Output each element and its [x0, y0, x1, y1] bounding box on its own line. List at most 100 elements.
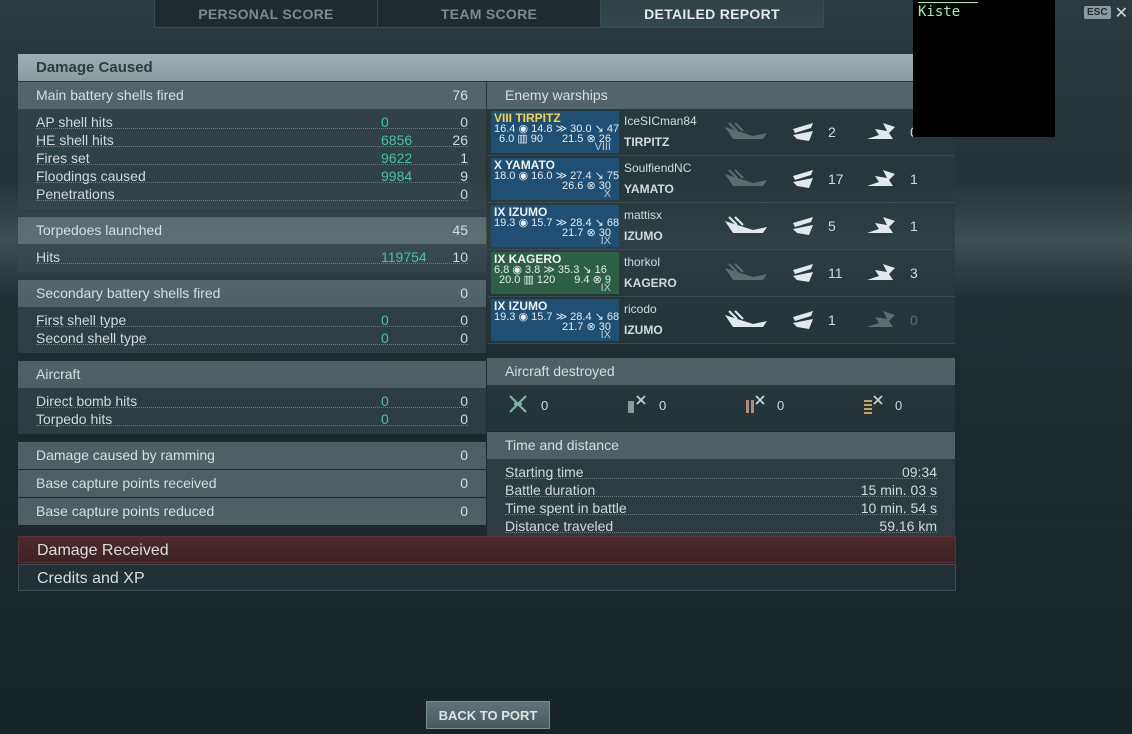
capture-reduced-label: Base capture points reduced — [36, 503, 215, 519]
damage-count: 0 — [910, 312, 918, 328]
main-battery-header: Main battery shells fired 76 — [18, 82, 486, 109]
ship-card: X YAMATO 18.0 ◉ 16.0 ≫ 27.4 ↘ 75 26.6 ⊗ … — [491, 158, 619, 200]
time-value: 10 min. 54 s — [860, 500, 937, 516]
bomber-count-value: 0 — [659, 398, 667, 413]
ship-stats-line: 6.0 ▥ 90 — [499, 133, 544, 145]
stat-damage: 0 — [381, 393, 389, 409]
stat-damage: 0 — [381, 312, 389, 328]
player-name: SoulfiendNC — [624, 161, 692, 175]
stat-damage: 9984 — [381, 168, 413, 184]
capture-reduced-row: Base capture points reduced 0 — [18, 498, 486, 525]
aircraft-destroyed-row: 0 0 0 0 — [487, 385, 955, 431]
torpedo-hit-icon — [789, 119, 819, 143]
sunk-ship-icon — [723, 307, 769, 329]
stat-row: Direct bomb hits 0 0 — [18, 392, 486, 410]
sunk-ship-icon — [723, 119, 769, 141]
stat-damage: 9622 — [381, 150, 413, 166]
sunk-ship-icon — [723, 166, 769, 188]
player-name: IceSICman84 — [624, 114, 697, 128]
main-battery-details: AP shell hits 0 0 HE shell hits 6856 26 Fire… — [18, 109, 486, 209]
ramming-row: Damage caused by ramming 0 — [18, 442, 486, 469]
time-distance-details: Starting time 09:34 Battle duration 15 min… — [487, 459, 955, 541]
aircraft-destroyed-header: Aircraft destroyed — [487, 358, 955, 385]
time-row: Starting time 09:34 — [487, 463, 955, 481]
damage-icon — [865, 166, 897, 190]
aircraft-details: Direct bomb hits 0 0 Torpedo hits 0 0 — [18, 388, 486, 434]
damage-caused-header[interactable]: Damage Caused — [18, 54, 955, 81]
damage-icon — [865, 260, 897, 284]
enemy-ship-row: IX IZUMO 19.3 ◉ 15.7 ≫ 28.4 ↘ 68 21.7 ⊗ … — [487, 297, 955, 344]
tab-personal-score[interactable]: PERSONAL SCORE — [155, 0, 378, 27]
hits-count: 5 — [828, 218, 836, 234]
stat-count: 0 — [460, 411, 468, 427]
hits-count: 2 — [828, 124, 836, 140]
tab-team-score[interactable]: TEAM SCORE — [378, 0, 601, 27]
stat-label: AP shell hits — [36, 114, 113, 130]
enemy-ship-list: VIII TIRPITZ 16.4 ◉ 14.8 ≫ 30.0 ↘ 47 6.0… — [487, 109, 955, 344]
stat-damage: 6856 — [381, 132, 413, 148]
stat-label: First shell type — [36, 312, 127, 328]
ship-tier: IX — [600, 235, 611, 247]
ramming-value: 0 — [460, 447, 468, 463]
stat-damage: 0 — [381, 411, 389, 427]
torpedoes-header: Torpedoes launched 45 — [18, 217, 486, 244]
enemy-ship-row: X YAMATO 18.0 ◉ 16.0 ≫ 27.4 ↘ 75 26.6 ⊗ … — [487, 156, 955, 203]
time-row: Battle duration 15 min. 03 s — [487, 481, 955, 499]
right-column: Enemy warships VIII TIRPITZ 16.4 ◉ 14.8 … — [487, 82, 955, 541]
fighter-icon — [507, 393, 529, 418]
time-label: Starting time — [505, 464, 584, 480]
stat-row: First shell type 0 0 — [18, 311, 486, 329]
stat-count: 1 — [460, 150, 468, 166]
back-to-port-button[interactable]: BACK TO PORT — [426, 701, 550, 729]
ship-tier: IX — [600, 329, 611, 341]
torpedo-bomber-icon — [743, 393, 765, 418]
chat-overlay-edge — [918, 0, 978, 3]
fighter-count: 0 — [507, 393, 548, 418]
bomber-icon — [625, 393, 647, 418]
damage-icon — [865, 213, 897, 237]
secondary-value: 0 — [460, 285, 468, 301]
capture-received-label: Base capture points received — [36, 475, 217, 491]
enemy-ship-row: VIII TIRPITZ 16.4 ◉ 14.8 ≫ 30.0 ↘ 47 6.0… — [487, 109, 955, 156]
stat-label: HE shell hits — [36, 132, 114, 148]
enemy-ship-row: IX KAGERO 6.8 ◉ 3.8 ≫ 35.3 ↘ 16 20.0 ▥ 1… — [487, 250, 955, 297]
player-name: mattisx — [624, 208, 663, 222]
bomber-count: 0 — [625, 393, 666, 418]
ramming-label: Damage caused by ramming — [36, 447, 215, 463]
secondary-header: Secondary battery shells fired 0 — [18, 280, 486, 307]
damage-received-section[interactable]: Damage Received — [18, 536, 956, 563]
secondary-details: First shell type 0 0 Second shell type 0 0 — [18, 307, 486, 353]
ship-tier: IX — [600, 282, 611, 294]
stat-row: HE shell hits 6856 26 — [18, 131, 486, 149]
stat-count: 10 — [452, 249, 468, 265]
time-row: Distance traveled 59.16 km — [487, 517, 955, 535]
chat-text: Kiste — [918, 4, 961, 20]
stat-damage: 0 — [381, 114, 389, 130]
stat-label: Hits — [36, 249, 61, 265]
stat-label: Penetrations — [36, 186, 115, 202]
stat-label: Second shell type — [36, 330, 147, 346]
enemy-ship-row: IX IZUMO 19.3 ◉ 15.7 ≫ 28.4 ↘ 68 21.7 ⊗ … — [487, 203, 955, 250]
time-row: Time spent in battle 10 min. 54 s — [487, 499, 955, 517]
capture-received-row: Base capture points received 0 — [18, 470, 486, 497]
torpedo-bomber-count: 0 — [743, 393, 784, 418]
damage-count: 1 — [910, 171, 918, 187]
torpedoes-value: 45 — [452, 222, 468, 238]
scout-count-value: 0 — [895, 398, 903, 413]
credits-xp-section[interactable]: Credits and XP — [18, 564, 956, 591]
damage-count: 3 — [910, 265, 918, 281]
torpedo-bomber-count-value: 0 — [777, 398, 785, 413]
stat-row: AP shell hits 0 0 — [18, 113, 486, 131]
scout-icon — [861, 393, 883, 418]
time-label: Battle duration — [505, 482, 596, 498]
ship-name: KAGERO — [624, 276, 677, 290]
esc-close[interactable]: ESC ✕ — [1084, 5, 1128, 21]
close-icon[interactable]: ✕ — [1115, 5, 1128, 21]
esc-key-icon[interactable]: ESC — [1084, 6, 1111, 19]
sunk-ship-icon — [723, 213, 769, 235]
main-battery-label: Main battery shells fired — [36, 87, 184, 103]
stat-count: 0 — [460, 186, 468, 202]
tab-detailed-report[interactable]: DETAILED REPORT — [601, 0, 823, 27]
sunk-ship-icon — [723, 260, 769, 282]
torpedo-hit-icon — [789, 307, 819, 331]
